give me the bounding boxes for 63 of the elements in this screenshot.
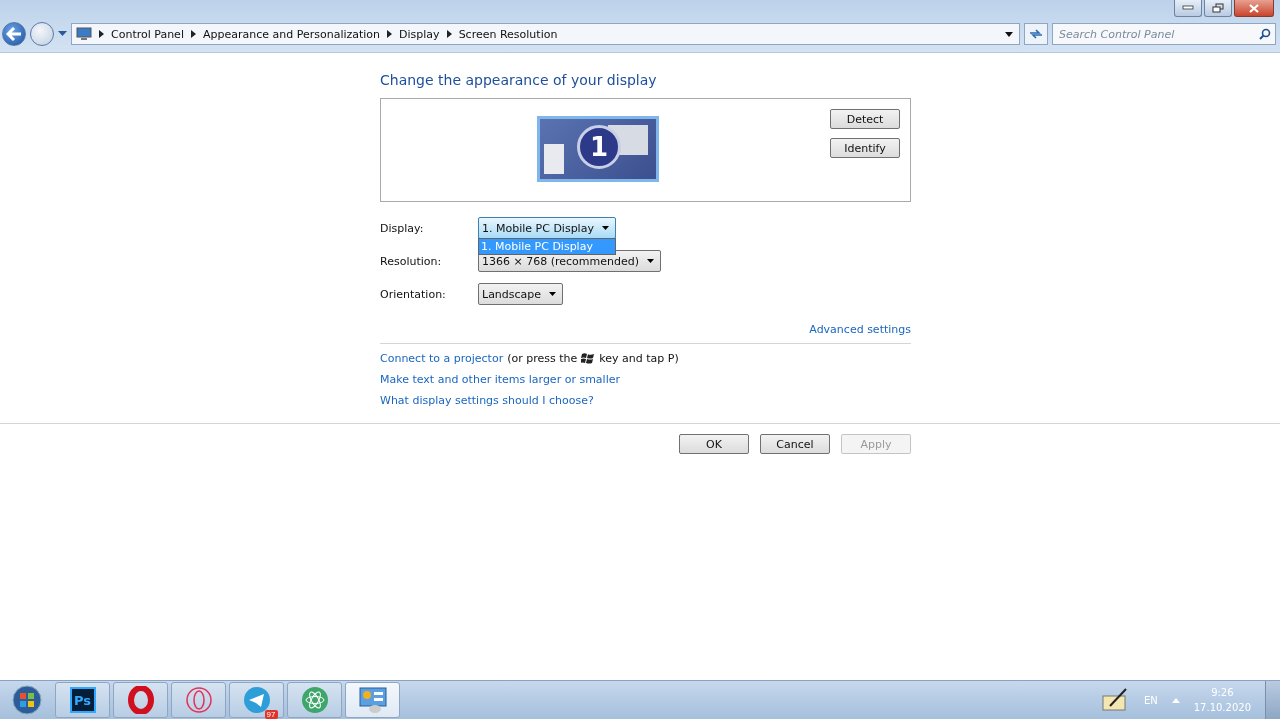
hint-text: key and tap P) bbox=[599, 352, 679, 365]
forward-button[interactable] bbox=[30, 22, 54, 46]
monitor-number: 1 bbox=[577, 125, 621, 169]
dropdown-arrow-icon bbox=[601, 226, 609, 230]
preview-button[interactable]: Identify bbox=[830, 138, 900, 158]
ring-logo-icon bbox=[184, 686, 213, 714]
chevron-icon bbox=[387, 30, 393, 38]
control-panel-icon bbox=[357, 686, 388, 714]
back-button[interactable] bbox=[2, 22, 26, 46]
pen-tablet-icon[interactable] bbox=[1101, 688, 1130, 712]
window-thumbnail bbox=[544, 144, 564, 174]
taskbar-button[interactable] bbox=[287, 682, 342, 718]
minimize-button[interactable] bbox=[1174, 0, 1202, 17]
minimize-icon bbox=[1182, 5, 1194, 11]
close-button[interactable] bbox=[1234, 0, 1274, 17]
windows-logo-icon bbox=[581, 352, 596, 365]
left-arrow-icon bbox=[6, 27, 22, 41]
hint-text: (or press the bbox=[507, 352, 578, 365]
ring-logo-icon bbox=[126, 686, 155, 714]
paper-plane-icon bbox=[242, 686, 271, 714]
restore-icon bbox=[1212, 3, 1224, 13]
chevron-icon bbox=[99, 30, 104, 38]
chevron-icon bbox=[190, 30, 196, 38]
advanced-settings-link[interactable]: Advanced settings bbox=[809, 323, 911, 336]
history-dropdown-icon[interactable] bbox=[58, 31, 67, 37]
refresh-icon bbox=[1029, 28, 1043, 40]
dropdown-arrow-icon bbox=[647, 259, 654, 263]
windows-orb-icon bbox=[12, 685, 42, 715]
search-field[interactable]: Search Control Panel bbox=[1052, 23, 1276, 45]
breadcrumb-item[interactable]: Appearance and Personalization bbox=[202, 27, 381, 41]
app-logo-icon: Ps bbox=[69, 687, 96, 713]
dropdown[interactable]: 1. Mobile PC Display bbox=[478, 217, 616, 239]
field-label: Display: bbox=[380, 221, 425, 235]
field-label: Resolution: bbox=[380, 254, 443, 268]
restore-button[interactable] bbox=[1204, 0, 1232, 17]
breadcrumb-item[interactable]: Display bbox=[399, 27, 440, 41]
page-heading: Change the appearance of your display bbox=[380, 72, 658, 88]
projector-link[interactable]: Connect to a projector bbox=[380, 352, 504, 365]
dialog-button[interactable]: OK bbox=[679, 434, 749, 454]
breadcrumb-item[interactable]: Control Panel bbox=[111, 27, 184, 41]
help-link[interactable]: Make text and other items larger or smaller bbox=[380, 373, 620, 386]
taskbar-button[interactable]: 97 bbox=[229, 682, 284, 718]
taskbar-button[interactable] bbox=[113, 682, 168, 718]
field-label: Orientation: bbox=[380, 287, 447, 301]
monitor-icon bbox=[76, 27, 92, 41]
search-icon bbox=[1259, 28, 1271, 40]
breadcrumb-item[interactable]: Screen Resolution bbox=[458, 27, 558, 41]
dropdown[interactable]: Landscape bbox=[478, 283, 564, 305]
address-bar[interactable]: Control Panel Appearance and Personalization Display Screen Resolution bbox=[71, 23, 1020, 45]
taskbar-button[interactable]: Ps bbox=[55, 682, 110, 718]
preview-button[interactable]: Detect bbox=[830, 109, 900, 129]
monitor-thumbnail[interactable]: 1 bbox=[537, 116, 659, 182]
dialog-button[interactable]: Cancel bbox=[760, 434, 830, 454]
atom-icon bbox=[300, 686, 329, 714]
refresh-button[interactable] bbox=[1024, 23, 1048, 45]
help-link[interactable]: What display settings should I choose? bbox=[380, 394, 594, 407]
taskbar-button[interactable] bbox=[345, 682, 400, 718]
dropdown-arrow-icon[interactable] bbox=[1005, 31, 1013, 37]
dropdown-arrow-icon bbox=[549, 292, 557, 296]
close-icon bbox=[1249, 3, 1259, 13]
notification-badge: 97 bbox=[264, 710, 278, 719]
chevron-icon bbox=[446, 30, 452, 38]
taskbar-button[interactable] bbox=[171, 682, 226, 718]
